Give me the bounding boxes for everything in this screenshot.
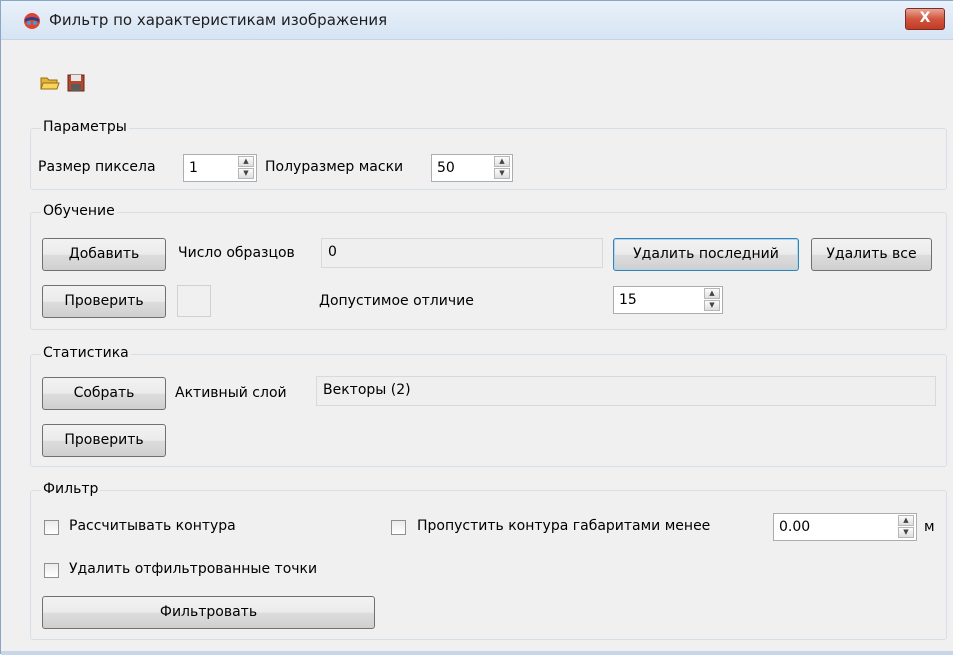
window-bottom-border bbox=[1, 651, 953, 655]
skip-contours-label: Пропустить контура габаритами менее bbox=[417, 518, 711, 534]
active-layer-label: Активный слой bbox=[175, 385, 287, 401]
compute-contours-checkbox[interactable] bbox=[44, 520, 59, 535]
spin-down-icon[interactable]: ▼ bbox=[898, 527, 914, 538]
samples-count-label: Число образцов bbox=[178, 245, 295, 261]
group-training bbox=[30, 212, 947, 330]
group-statistics-title: Статистика bbox=[41, 345, 131, 361]
spin-down-icon[interactable]: ▼ bbox=[238, 168, 254, 179]
delete-filtered-checkbox[interactable] bbox=[44, 563, 59, 578]
tolerance-value: 15 bbox=[619, 292, 637, 308]
spin-up-icon[interactable]: ▲ bbox=[704, 288, 720, 299]
samples-count-field: 0 bbox=[321, 238, 603, 268]
close-button[interactable]: X bbox=[905, 8, 945, 30]
floppy-save-icon[interactable] bbox=[66, 73, 86, 93]
colorful-globe-icon bbox=[24, 13, 40, 29]
pixel-size-spinbox[interactable]: 1 ▲ ▼ bbox=[183, 154, 257, 182]
spin-up-icon[interactable]: ▲ bbox=[898, 515, 914, 526]
training-check-button[interactable]: Проверить bbox=[42, 285, 166, 318]
group-statistics bbox=[30, 354, 947, 467]
add-button[interactable]: Добавить bbox=[42, 238, 166, 271]
check-result-indicator bbox=[177, 285, 211, 317]
active-layer-value: Векторы (2) bbox=[323, 382, 411, 398]
spin-down-icon[interactable]: ▼ bbox=[494, 168, 510, 179]
title-bar[interactable]: Фильтр по характеристикам изображения X bbox=[1, 1, 953, 40]
window-title: Фильтр по характеристикам изображения bbox=[49, 11, 388, 29]
mask-half-size-value: 50 bbox=[437, 160, 455, 176]
remove-all-button[interactable]: Удалить все bbox=[811, 238, 932, 271]
group-filter-title: Фильтр bbox=[41, 481, 101, 497]
pixel-size-value: 1 bbox=[189, 160, 198, 176]
mask-half-size-spinbox[interactable]: 50 ▲ ▼ bbox=[431, 154, 513, 182]
spin-up-icon[interactable]: ▲ bbox=[494, 156, 510, 167]
delete-filtered-label: Удалить отфильтрованные точки bbox=[69, 561, 318, 577]
folder-open-icon[interactable] bbox=[40, 73, 60, 93]
mask-half-size-label: Полуразмер маски bbox=[265, 159, 404, 175]
min-size-value: 0.00 bbox=[779, 519, 811, 535]
samples-count-value: 0 bbox=[328, 244, 337, 260]
group-training-title: Обучение bbox=[41, 203, 117, 219]
tolerance-spinbox[interactable]: 15 ▲ ▼ bbox=[613, 286, 723, 314]
dialog-window: Фильтр по характеристикам изображения X … bbox=[0, 0, 953, 655]
spin-up-icon[interactable]: ▲ bbox=[238, 156, 254, 167]
collect-button[interactable]: Собрать bbox=[42, 377, 166, 410]
spin-down-icon[interactable]: ▼ bbox=[704, 300, 720, 311]
skip-contours-checkbox[interactable] bbox=[391, 520, 406, 535]
run-filter-button[interactable]: Фильтровать bbox=[42, 596, 375, 629]
remove-last-button[interactable]: Удалить последний bbox=[613, 238, 799, 271]
min-size-unit: м bbox=[924, 519, 935, 535]
compute-contours-label: Рассчитывать контура bbox=[69, 518, 236, 534]
statistics-check-button[interactable]: Проверить bbox=[42, 424, 166, 457]
min-size-spinbox[interactable]: 0.00 ▲ ▼ bbox=[773, 513, 917, 541]
active-layer-field: Векторы (2) bbox=[316, 376, 936, 406]
pixel-size-label: Размер пиксела bbox=[38, 159, 156, 175]
group-parameters-title: Параметры bbox=[41, 119, 129, 135]
tolerance-label: Допустимое отличие bbox=[319, 293, 474, 309]
